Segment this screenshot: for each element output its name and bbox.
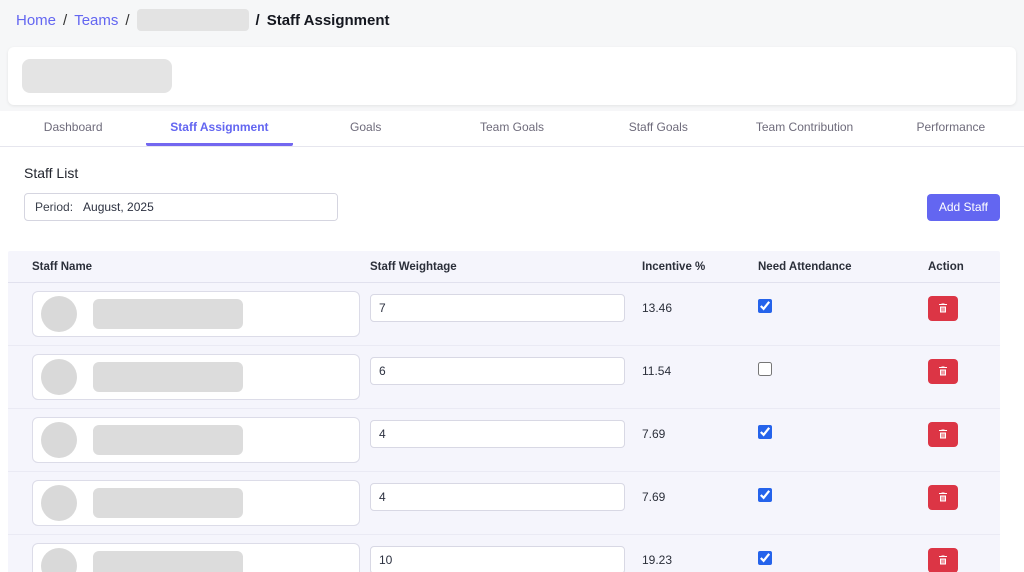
table-row: 7.69 [8,472,1000,535]
period-field-group: Period: [24,193,338,221]
table-row: 19.23 [8,535,1000,572]
staff-name-cell [32,480,360,526]
staff-weightage-input[interactable] [370,420,625,448]
need-attendance-checkbox[interactable] [758,487,772,502]
trash-icon [939,429,947,439]
breadcrumb-separator: / [255,11,260,29]
period-label: Period: [35,200,74,214]
trash-icon [939,303,947,313]
breadcrumb-separator: / [125,11,130,29]
need-attendance-checkbox[interactable] [758,424,772,439]
need-attendance-checkbox[interactable] [758,298,772,313]
trash-icon [939,555,947,565]
table-header-row: Staff Name Staff Weightage Incentive % N… [8,251,1000,283]
team-header-card [8,47,1016,105]
staff-list-title: Staff List [24,165,79,181]
breadcrumb-current-page: Staff Assignment [266,11,390,29]
delete-staff-button[interactable] [928,295,958,321]
tab-staff-assignment[interactable]: Staff Assignment [146,111,293,146]
table-row: 11.54 [8,346,1000,409]
tab-dashboard[interactable]: Dashboard [0,111,146,146]
avatar [41,422,77,458]
header-staff-weightage: Staff Weightage [370,260,457,273]
delete-staff-button[interactable] [928,484,958,510]
tab-team-contribution[interactable]: Team Contribution [731,111,877,146]
tab-goals[interactable]: Goals [293,111,439,146]
staff-name-redacted [93,488,243,518]
header-incentive: Incentive % [642,260,706,273]
need-attendance-checkbox[interactable] [758,361,772,376]
breadcrumb-team-name-redacted [136,9,249,31]
header-action: Action [928,260,964,273]
tab-staff-goals[interactable]: Staff Goals [585,111,731,146]
avatar [41,296,77,332]
staff-weightage-input[interactable] [370,357,625,385]
trash-icon [939,492,947,502]
staff-assignment-panel: Staff List Period: Add Staff Staff Name … [0,147,1024,572]
staff-name-redacted [93,299,243,329]
table-row: 13.46 [8,283,1000,346]
avatar [41,548,77,572]
tab-performance[interactable]: Performance [878,111,1024,146]
incentive-value: 11.54 [642,364,672,378]
tab-team-goals[interactable]: Team Goals [439,111,585,146]
breadcrumb-home-link[interactable]: Home [16,12,56,29]
staff-name-redacted [93,551,243,572]
staff-name-cell [32,354,360,400]
staff-name-cell [32,417,360,463]
add-staff-button[interactable]: Add Staff [926,193,1000,221]
need-attendance-checkbox[interactable] [758,550,772,565]
staff-weightage-input[interactable] [370,546,625,572]
breadcrumb: Home / Teams / / Staff Assignment [0,0,1024,37]
delete-staff-button[interactable] [928,421,958,447]
staff-weightage-input[interactable] [370,483,625,511]
staff-name-redacted [93,362,243,392]
avatar [41,485,77,521]
incentive-value: 13.46 [642,301,673,315]
breadcrumb-teams-link[interactable]: Teams [74,12,118,29]
trash-icon [939,366,947,376]
staff-table: Staff Name Staff Weightage Incentive % N… [8,251,1000,572]
period-input[interactable] [83,194,337,220]
avatar [41,359,77,395]
team-name-redacted [22,59,172,93]
delete-staff-button[interactable] [928,547,958,572]
incentive-value: 19.23 [642,553,673,567]
staff-list-controls: Period: Add Staff [0,191,1024,221]
staff-name-redacted [93,425,243,455]
staff-weightage-input[interactable] [370,294,625,322]
breadcrumb-separator: / [63,11,68,29]
staff-name-cell [32,543,360,572]
incentive-value: 7.69 [642,490,666,504]
header-staff-name: Staff Name [32,260,93,273]
table-row: 7.69 [8,409,1000,472]
header-need-attendance: Need Attendance [758,260,852,273]
delete-staff-button[interactable] [928,358,958,384]
tab-bar: Dashboard Staff Assignment Goals Team Go… [0,111,1024,147]
staff-name-cell [32,291,360,337]
incentive-value: 7.69 [642,427,666,441]
